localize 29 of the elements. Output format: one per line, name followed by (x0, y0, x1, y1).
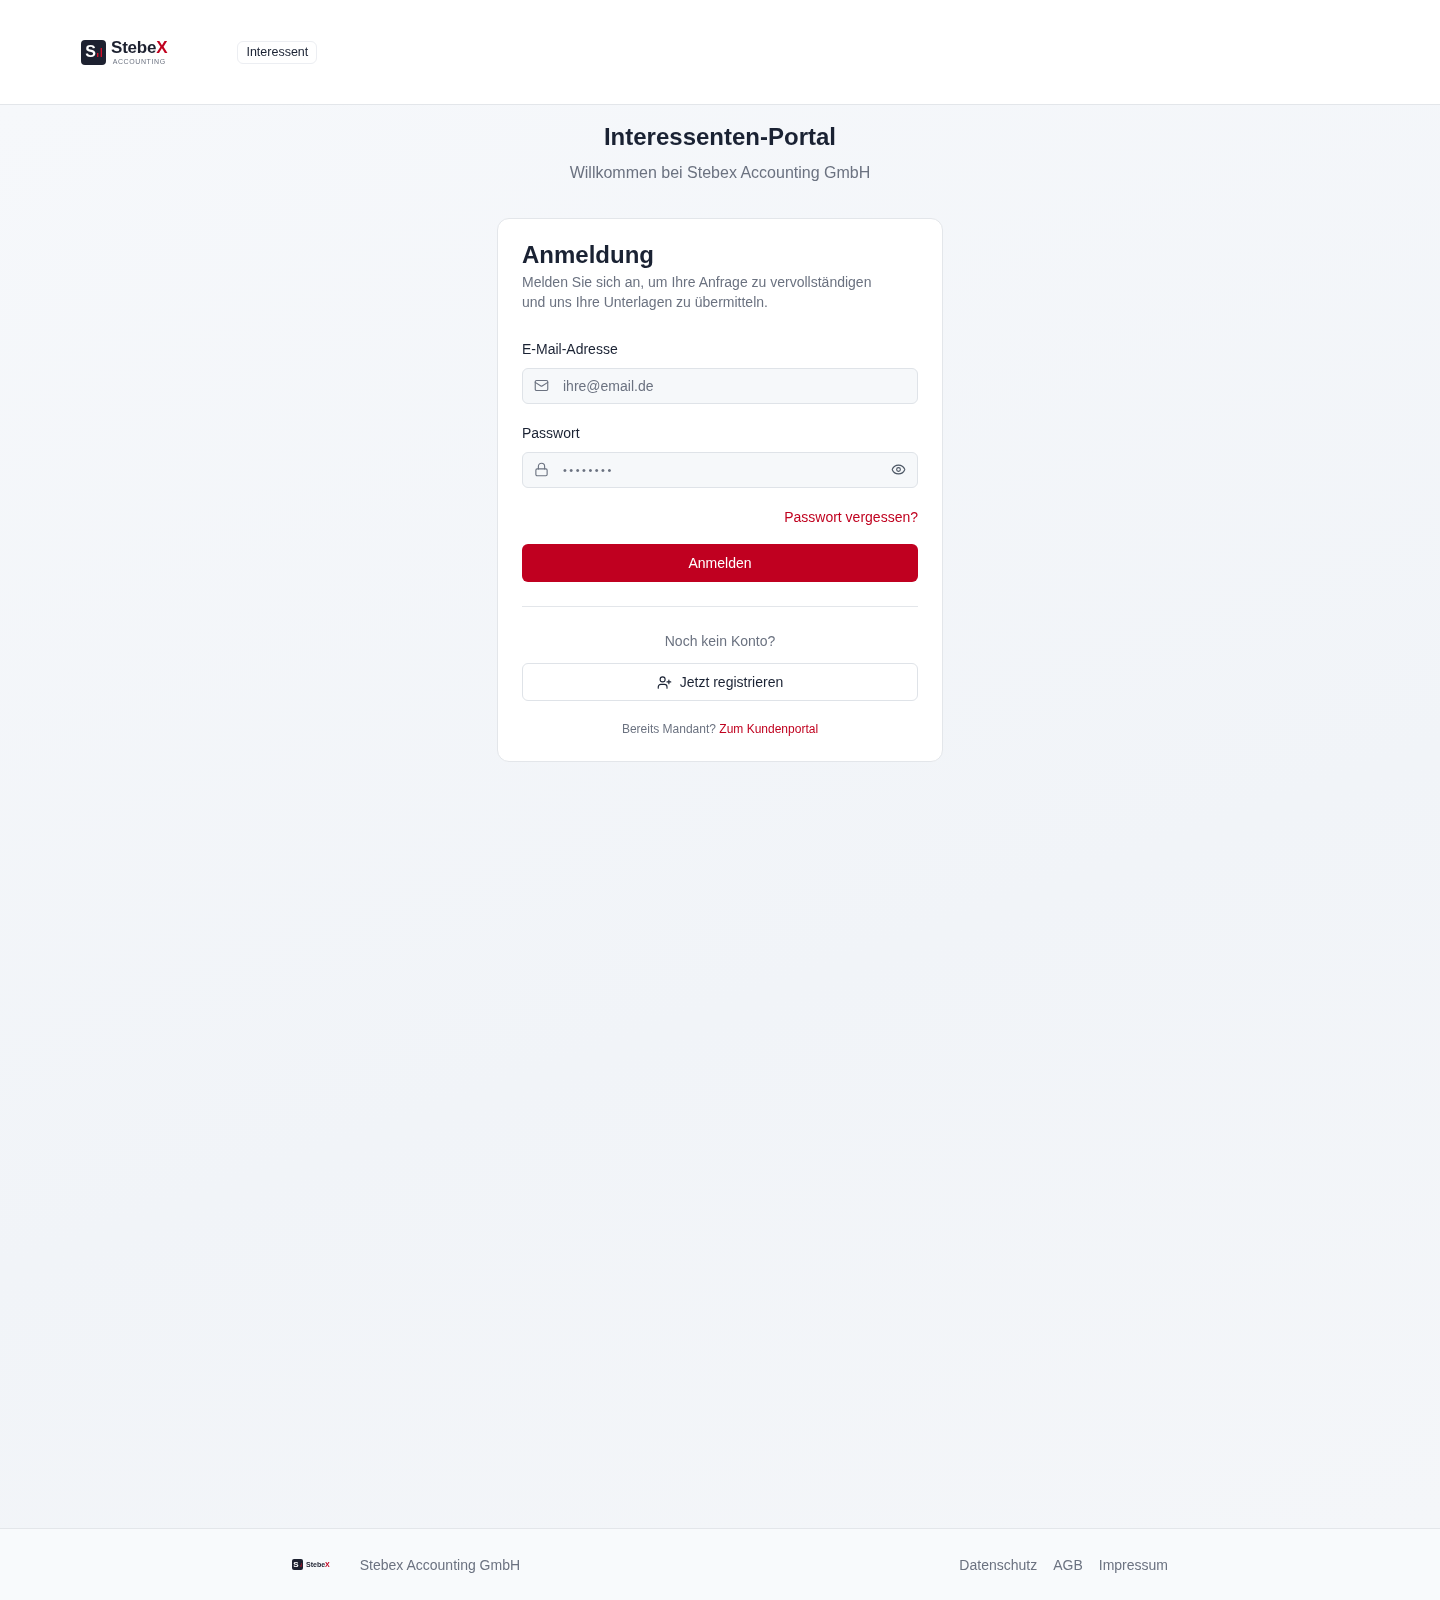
footer-link[interactable]: Datenschutz (959, 1556, 1038, 1573)
role-badge: Interessent (237, 40, 318, 64)
client-portal-text: Bereits Mandant? Zum Kundenportal (620, 721, 820, 737)
logo-wordmark: StebeX (111, 39, 168, 56)
show-password-button[interactable] (891, 462, 906, 477)
register-prompt: Noch kein Konto? (663, 632, 777, 651)
portal-subtitle: Willkommen bei Stebex Accounting GmbH (569, 163, 871, 183)
logo-letter: S (293, 1560, 299, 1569)
bar-chart-icon (96, 47, 102, 57)
forgot-password-link[interactable]: Passwort vergessen? (784, 507, 918, 527)
field-label: E-Mail-Adresse (522, 340, 619, 359)
portal-title: Interessenten-Portal (603, 122, 837, 152)
login-button[interactable]: Anmelden (522, 544, 918, 582)
field-label: Passwort (522, 424, 581, 443)
footer-company: Stebex Accounting GmbH (359, 1556, 521, 1573)
footer-link[interactable]: Impressum (1098, 1556, 1168, 1573)
lock-icon (534, 462, 549, 477)
footer-link[interactable]: AGB (1053, 1556, 1083, 1573)
logo-letter: S (85, 44, 96, 60)
register-button[interactable]: Jetzt registrieren (522, 663, 918, 701)
email-field[interactable]: ihre@email.de (522, 368, 918, 404)
user-plus-icon (656, 674, 672, 690)
eye-icon (891, 462, 906, 477)
card-title: Anmeldung (522, 243, 655, 267)
client-portal-link[interactable]: Zum Kundenportal (719, 722, 819, 736)
mail-icon (534, 378, 549, 393)
password-field[interactable]: •••••••• (522, 452, 918, 488)
bar-chart-icon (299, 1562, 302, 1567)
card-description: Melden Sie sich an, um Ihre Anfrage zu vervollständigen und uns Ihre Unterlagen zu übermitteln. (522, 273, 873, 312)
